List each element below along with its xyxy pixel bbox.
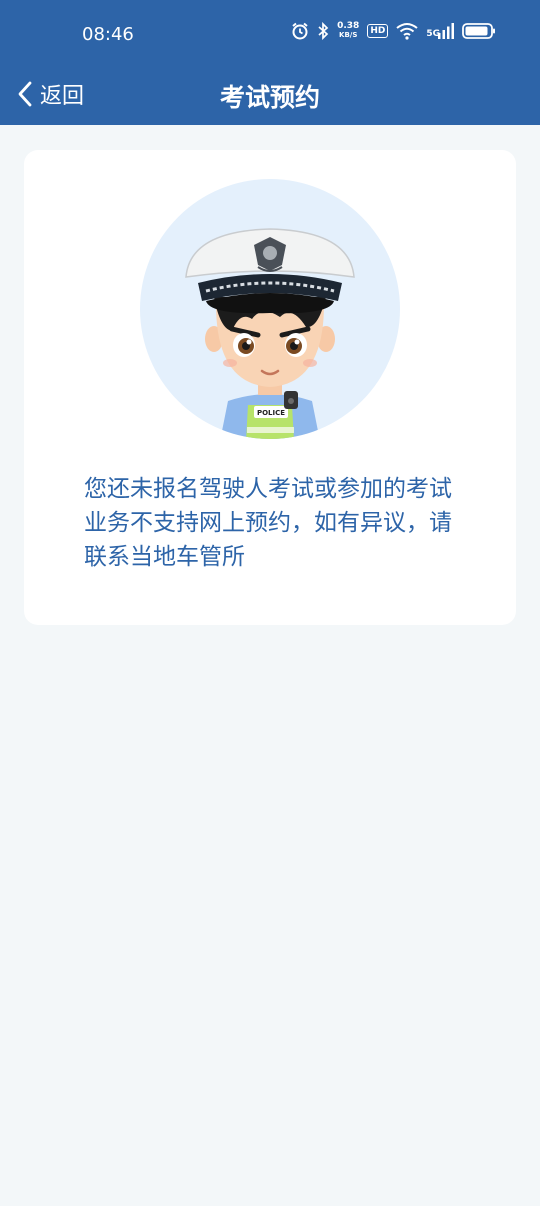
nav-bar: 返回 考试预约 <box>0 70 540 125</box>
net-speed: 0.38 KB/S <box>337 22 359 40</box>
net-speed-unit: KB/S <box>339 31 358 39</box>
wifi-icon <box>396 23 418 40</box>
cell-signal-icon <box>438 23 454 39</box>
status-bar: 08:46 0.38 KB/S HD 5G <box>0 0 540 70</box>
police-officer-illustration: POLICE <box>140 179 400 439</box>
status-icons: 0.38 KB/S HD 5G <box>291 22 496 40</box>
header: 08:46 0.38 KB/S HD 5G 返回 考试预约 <box>0 0 540 125</box>
page-title: 考试预约 <box>219 83 320 112</box>
battery-icon <box>462 23 495 39</box>
police-badge-text: POLICE <box>257 409 285 417</box>
notice-card: POLICE 您还未报名驾驶人考试或参加的考试业务不支持网上预约，如有异议，请联… <box>24 150 516 625</box>
notice-message: 您还未报名驾驶人考试或参加的考试业务不支持网上预约，如有异议，请联系当地车管所 <box>84 476 452 570</box>
status-time: 08:46 <box>82 24 134 45</box>
alarm-icon <box>292 22 308 40</box>
hd-badge: HD <box>367 24 389 38</box>
bluetooth-icon <box>318 22 329 40</box>
net-speed-value: 0.38 <box>337 21 360 31</box>
